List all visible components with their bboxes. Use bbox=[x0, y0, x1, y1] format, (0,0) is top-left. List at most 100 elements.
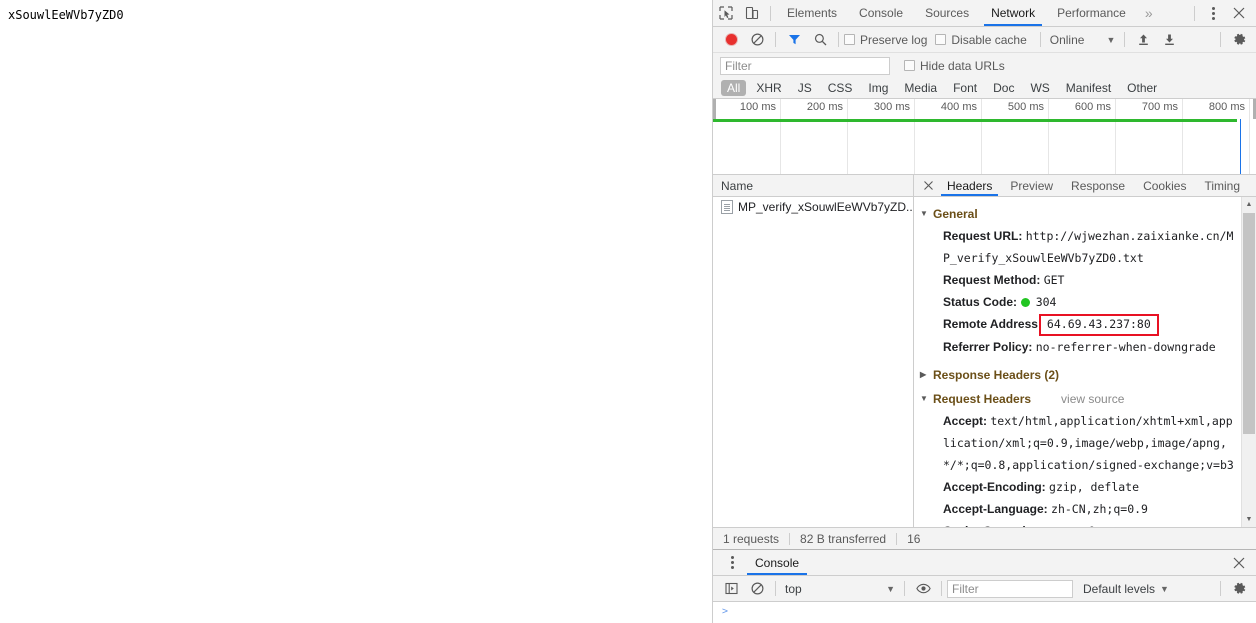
chip-img[interactable]: Img bbox=[862, 80, 894, 96]
record-button[interactable] bbox=[718, 28, 744, 52]
status-divider bbox=[896, 532, 898, 545]
toolbar-divider bbox=[1039, 32, 1041, 47]
tab-performance-label: Performance bbox=[1057, 6, 1126, 20]
request-count: 1 requests bbox=[723, 531, 780, 546]
kebab-menu-icon[interactable] bbox=[1200, 1, 1226, 25]
tab-performance[interactable]: Performance bbox=[1046, 0, 1137, 26]
console-toolbar-right bbox=[1215, 577, 1256, 601]
chip-ws[interactable]: WS bbox=[1024, 80, 1055, 96]
response-headers-section-header[interactable]: ▶ Response Headers (2) bbox=[920, 364, 1238, 386]
chip-css[interactable]: CSS bbox=[822, 80, 859, 96]
dom-content-loaded-line bbox=[713, 119, 1237, 122]
device-toolbar-icon[interactable] bbox=[739, 1, 765, 25]
chip-font[interactable]: Font bbox=[947, 80, 983, 96]
clear-console-button[interactable] bbox=[744, 577, 770, 601]
console-output[interactable]: > bbox=[713, 602, 1256, 623]
tab-console[interactable]: Console bbox=[848, 0, 914, 26]
filter-button[interactable] bbox=[781, 28, 807, 52]
search-button[interactable] bbox=[807, 28, 833, 52]
remote-address-highlight: 64.69.43.237:80 bbox=[1038, 314, 1159, 336]
general-section-title: General bbox=[933, 207, 978, 221]
overview-tick-label: 800 ms bbox=[1208, 101, 1245, 113]
chip-all[interactable]: All bbox=[721, 80, 747, 96]
toolbar-divider bbox=[1220, 581, 1221, 596]
request-headers-title: Request Headers bbox=[933, 392, 1032, 406]
tab-sources[interactable]: Sources bbox=[914, 0, 980, 26]
scrollbar-thumb[interactable] bbox=[1243, 213, 1255, 434]
inspect-cursor-icon[interactable] bbox=[713, 1, 739, 25]
triangle-down-icon: ▼ bbox=[920, 209, 928, 218]
network-filter-input[interactable] bbox=[720, 56, 890, 75]
request-list-body[interactable]: MP_verify_xSouwlEeWVb7yZD... bbox=[713, 197, 913, 527]
chip-doc[interactable]: Doc bbox=[987, 80, 1020, 96]
toolbar-divider bbox=[775, 32, 776, 47]
general-remote-address: Remote Address: 64.69.43.237:80 bbox=[920, 313, 1238, 336]
more-tabs-button[interactable]: » bbox=[1137, 5, 1161, 21]
header-name: Cache-Control: bbox=[943, 524, 1030, 527]
detail-tabbar: Headers Preview Response Cookies Timing bbox=[914, 175, 1256, 197]
general-request-url: Request URL: http://wjwezhan.zaixianke.c… bbox=[920, 225, 1238, 269]
overview-tick: 400 ms bbox=[915, 99, 982, 174]
detail-tab-timing[interactable]: Timing bbox=[1195, 175, 1249, 196]
close-icon[interactable] bbox=[1226, 1, 1252, 25]
console-prompt-icon: > bbox=[722, 606, 729, 617]
overview-tick: 500 ms bbox=[982, 99, 1049, 174]
import-har-button[interactable] bbox=[1130, 28, 1156, 52]
export-har-button[interactable] bbox=[1156, 28, 1182, 52]
detail-tab-preview[interactable]: Preview bbox=[1001, 175, 1062, 196]
response-headers-title: Response Headers (2) bbox=[933, 368, 1060, 382]
live-expression-button[interactable] bbox=[910, 577, 936, 601]
console-filter-input[interactable] bbox=[947, 579, 1073, 598]
disable-cache-checkbox[interactable]: Disable cache bbox=[935, 33, 1027, 47]
kebab-menu-icon[interactable] bbox=[719, 551, 745, 575]
scroll-up-icon[interactable]: ▲ bbox=[1242, 197, 1256, 212]
scroll-down-icon[interactable]: ▼ bbox=[1242, 512, 1256, 527]
preserve-log-box bbox=[844, 34, 855, 45]
preserve-log-checkbox[interactable]: Preserve log bbox=[844, 33, 927, 47]
chip-other[interactable]: Other bbox=[1121, 80, 1163, 96]
close-detail-icon[interactable] bbox=[918, 176, 938, 196]
network-settings-button[interactable] bbox=[1226, 28, 1252, 52]
table-row[interactable]: MP_verify_xSouwlEeWVb7yZD... bbox=[713, 197, 913, 217]
chip-xhr[interactable]: XHR bbox=[750, 80, 787, 96]
devtools-main-tabbar: Elements Console Sources Network Perform… bbox=[713, 0, 1256, 27]
request-headers-section-header[interactable]: ▼ Request Headers view source bbox=[920, 388, 1238, 410]
chip-manifest[interactable]: Manifest bbox=[1060, 80, 1117, 96]
transferred-size: 82 B transferred bbox=[800, 531, 887, 546]
drawer-tab-console[interactable]: Console bbox=[745, 550, 809, 575]
clear-button[interactable] bbox=[744, 28, 770, 52]
devtools-window: Elements Console Sources Network Perform… bbox=[712, 0, 1256, 623]
detail-tab-headers[interactable]: Headers bbox=[938, 175, 1001, 196]
console-levels-select[interactable]: Default levels ▼ bbox=[1083, 582, 1169, 596]
chip-js[interactable]: JS bbox=[792, 80, 818, 96]
web-page-content: xSouwlEeWVb7yZD0 bbox=[0, 0, 712, 623]
tab-sources-label: Sources bbox=[925, 6, 970, 20]
toolbar-divider bbox=[941, 581, 942, 596]
detail-scrollbar[interactable]: ▲ ▼ bbox=[1241, 197, 1256, 527]
network-overview-timeline[interactable]: 100 ms 200 ms 300 ms 400 ms 500 ms 600 m… bbox=[713, 99, 1256, 175]
console-sidebar-button[interactable] bbox=[718, 577, 744, 601]
header-value: zh-CN,zh;q=0.9 bbox=[1051, 502, 1148, 516]
request-list-header[interactable]: Name bbox=[713, 175, 913, 197]
close-icon[interactable] bbox=[1226, 551, 1252, 575]
console-settings-button[interactable] bbox=[1226, 577, 1252, 601]
chevron-down-icon: ▼ bbox=[886, 583, 895, 594]
network-split-pane: Name MP_verify_xSouwlEeWVb7yZD... Header… bbox=[713, 175, 1256, 527]
console-levels-value: Default levels bbox=[1083, 581, 1156, 596]
request-list: Name MP_verify_xSouwlEeWVb7yZD... bbox=[713, 175, 914, 527]
throttling-select[interactable]: Online ▼ bbox=[1046, 33, 1120, 47]
console-toolbar: top ▼ Default levels ▼ bbox=[713, 576, 1256, 602]
tab-console-label: Console bbox=[859, 6, 904, 20]
view-source-link[interactable]: view source bbox=[1061, 388, 1124, 410]
chip-media[interactable]: Media bbox=[898, 80, 943, 96]
overview-tick-label: 200 ms bbox=[806, 101, 843, 113]
tab-network[interactable]: Network bbox=[980, 0, 1046, 26]
overview-tick-label: 300 ms bbox=[873, 101, 910, 113]
general-section-header[interactable]: ▼ General bbox=[920, 203, 1238, 225]
hide-data-urls-checkbox[interactable]: Hide data URLs bbox=[904, 59, 1005, 73]
detail-tab-response[interactable]: Response bbox=[1062, 175, 1134, 196]
header-value: 304 bbox=[1035, 295, 1057, 309]
detail-tab-cookies[interactable]: Cookies bbox=[1134, 175, 1195, 196]
tab-elements[interactable]: Elements bbox=[776, 0, 848, 26]
console-context-select[interactable]: top ▼ bbox=[781, 582, 899, 596]
